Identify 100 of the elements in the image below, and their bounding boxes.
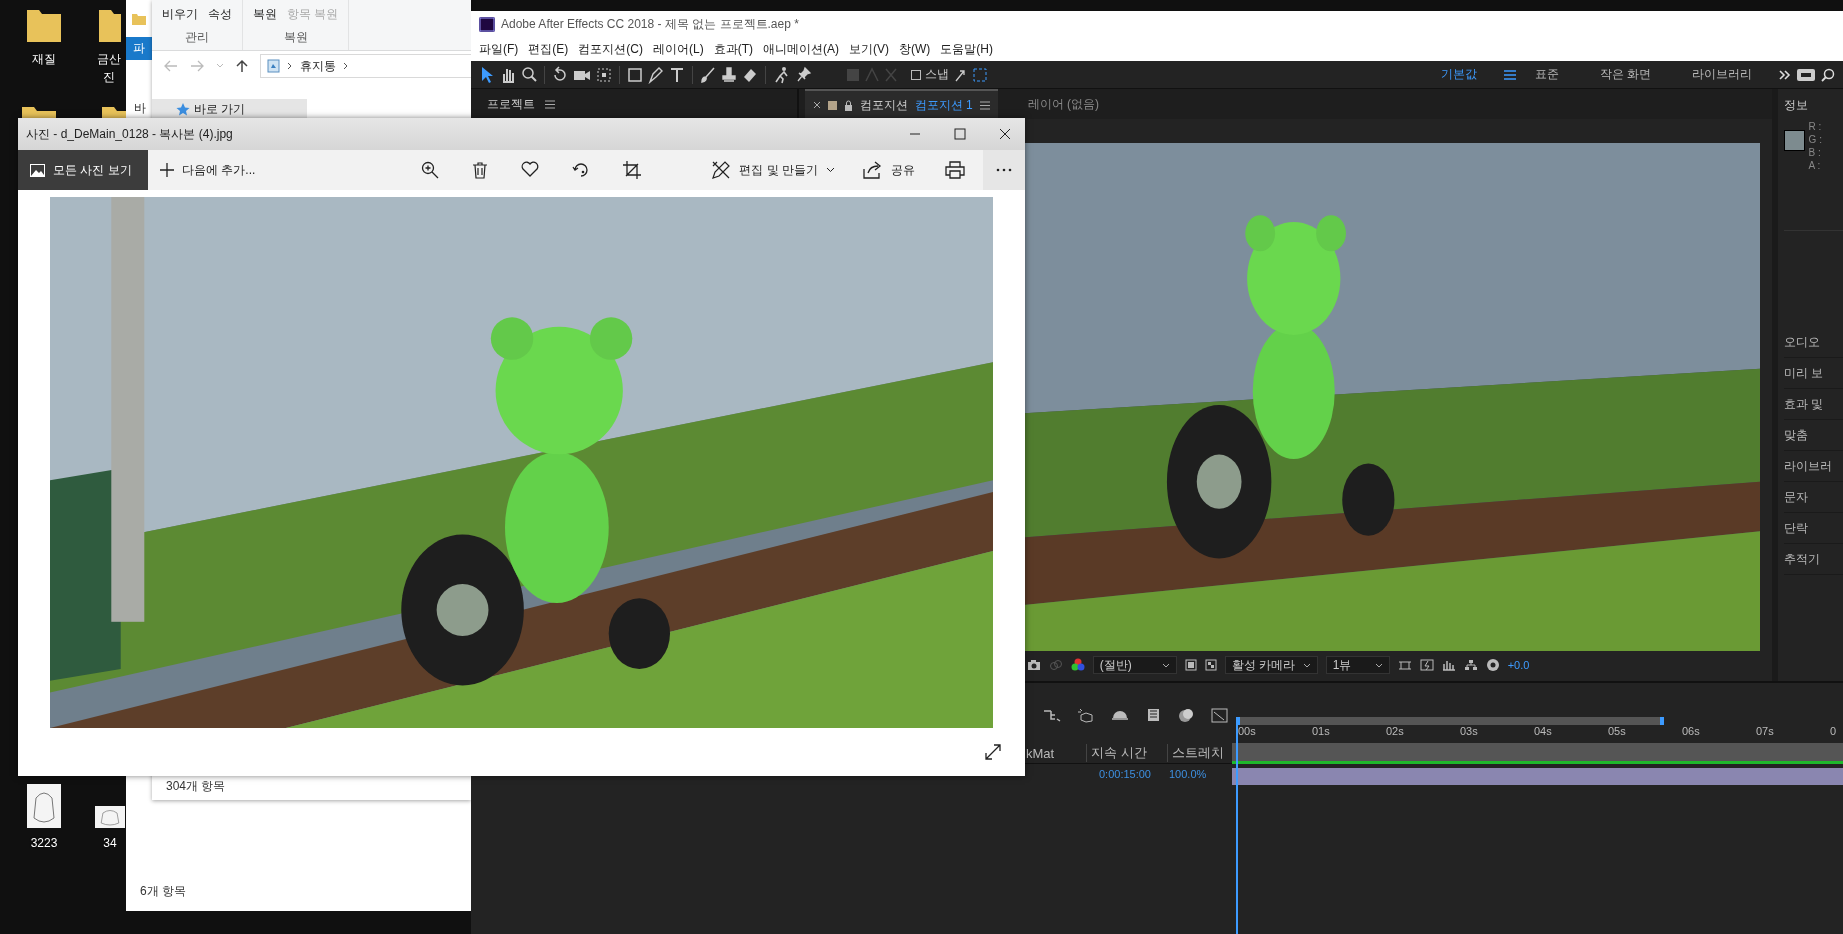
circles-icon[interactable] xyxy=(1177,707,1195,723)
trash-icon[interactable] xyxy=(472,161,489,179)
stamp-icon[interactable] xyxy=(721,65,737,84)
panel-tab[interactable]: 효과 및 xyxy=(1783,389,1843,420)
nav-item[interactable]: 바로 가기 xyxy=(152,99,307,119)
toolbar-button[interactable]: 다음에 추가... xyxy=(148,150,268,190)
menu-icon[interactable] xyxy=(979,100,990,110)
close-icon[interactable] xyxy=(812,101,821,109)
file-tab[interactable]: 파 xyxy=(126,37,152,60)
cube-icon[interactable] xyxy=(1077,707,1095,723)
pin-icon[interactable] xyxy=(796,65,812,84)
close-icon[interactable] xyxy=(999,128,1011,140)
time-label: 01s xyxy=(1312,725,1331,739)
menu-item[interactable]: 도움말(H) xyxy=(940,40,993,58)
menu-icon[interactable] xyxy=(1503,69,1516,80)
search-icon[interactable] xyxy=(521,65,537,84)
snap-checkbox[interactable]: 스냅 xyxy=(911,66,949,83)
lightning-icon[interactable] xyxy=(1419,659,1434,671)
square-icon[interactable] xyxy=(1184,659,1197,671)
address-bar[interactable]: 휴지통 xyxy=(260,54,471,78)
up-arrow-icon[interactable] xyxy=(236,59,248,73)
lock-icon[interactable] xyxy=(843,99,853,111)
resolution-dropdown[interactable]: (절반) xyxy=(1092,656,1177,674)
edit-button[interactable]: 편집 및 만들기 xyxy=(705,159,841,181)
nav-item[interactable]: 바 xyxy=(134,100,146,117)
menu-item[interactable]: 파일(F) xyxy=(479,40,519,58)
rotate-icon[interactable] xyxy=(572,161,591,179)
thumbnail-icon[interactable] xyxy=(27,784,61,828)
workspace-tab[interactable]: 기본값 xyxy=(1440,66,1477,83)
share-button[interactable]: 공유 xyxy=(857,160,921,180)
menu-item[interactable]: 애니메이션(A) xyxy=(763,40,839,58)
toolbar-button[interactable]: 모든 사진 보기 xyxy=(18,150,148,190)
thumbnail-icon[interactable] xyxy=(95,806,125,828)
pen-icon[interactable] xyxy=(648,65,664,84)
rotate-icon[interactable] xyxy=(552,65,568,84)
panel-tab[interactable]: 맞춤 xyxy=(1783,420,1843,451)
path-segment[interactable]: 휴지통 xyxy=(300,57,336,75)
icon-label: 3223 xyxy=(29,835,59,852)
workspace-tab[interactable]: 표준 xyxy=(1534,66,1559,83)
rectangle-icon[interactable] xyxy=(627,65,643,84)
camera-dropdown[interactable]: 활성 카메라 xyxy=(1224,656,1318,674)
panel-tab[interactable]: 단락 xyxy=(1783,513,1843,544)
hierarchy-icon[interactable] xyxy=(1463,659,1478,671)
panel-tab[interactable]: 추적기 xyxy=(1783,544,1843,575)
menu-item[interactable]: 편집(E) xyxy=(528,40,569,58)
panel-title[interactable]: 정보 xyxy=(1783,97,1843,114)
icon-label: 재질 xyxy=(31,51,57,68)
channel-label: R : xyxy=(1808,120,1822,133)
menu-item[interactable]: 레이어(L) xyxy=(653,40,704,58)
panel-title[interactable]: 프로젝트 xyxy=(487,95,535,113)
column-header[interactable]: kMat xyxy=(1026,745,1086,761)
snap-icon[interactable] xyxy=(954,66,988,83)
composition-tab[interactable]: 컴포지션 컴포지션 1 xyxy=(804,89,998,119)
search-icon[interactable] xyxy=(1821,67,1835,82)
frames-icon[interactable] xyxy=(1145,707,1161,723)
time-label: 00s xyxy=(1238,725,1257,739)
duration-value[interactable]: 0:00:15:00 xyxy=(1099,768,1169,780)
camera-icon[interactable] xyxy=(1026,659,1041,671)
menu-icon[interactable] xyxy=(545,99,555,109)
expand-icon[interactable] xyxy=(985,744,1001,760)
ribbon-button[interactable]: 속성 xyxy=(206,6,234,23)
dotted-square-icon[interactable] xyxy=(596,65,612,84)
stretch-value[interactable]: 100.0% xyxy=(1169,768,1207,780)
color-swatch xyxy=(827,100,837,110)
menu-item[interactable]: 보기(V) xyxy=(849,40,889,58)
ribbon-button[interactable]: 비우기 xyxy=(160,6,200,23)
chart-icon[interactable] xyxy=(1441,659,1456,671)
color-channels-icon[interactable] xyxy=(1070,658,1085,672)
chevron-icon xyxy=(287,62,293,70)
menu-item[interactable]: 효과(T) xyxy=(713,40,753,58)
panel-tab[interactable]: 라이브러 xyxy=(1783,451,1843,482)
ribbon-button[interactable]: 복원 xyxy=(251,6,279,23)
maximize-icon[interactable] xyxy=(954,128,966,140)
graph-editor-icon[interactable] xyxy=(1211,707,1229,723)
panel-tab[interactable]: 미리 보 xyxy=(1783,358,1843,389)
text-tool-icon[interactable] xyxy=(669,65,685,84)
recycle-bin-icon xyxy=(267,59,280,73)
printer-icon[interactable] xyxy=(945,161,965,179)
checker-icon[interactable] xyxy=(1204,659,1217,671)
exposure-value[interactable]: +0.0 xyxy=(1507,659,1530,671)
workspace-tab[interactable]: 작은 화면 xyxy=(1599,66,1651,83)
menu-item[interactable]: 창(W) xyxy=(899,40,931,58)
zoom-in-icon[interactable] xyxy=(421,161,440,179)
panel-tab[interactable]: 오디오 xyxy=(1783,327,1843,358)
channel-label: B : xyxy=(1808,146,1822,159)
brush-icon[interactable] xyxy=(700,65,716,84)
shutter-icon[interactable] xyxy=(1485,658,1500,672)
layer-tab[interactable]: 레이어 (없음) xyxy=(1027,95,1099,113)
panel-tab[interactable]: 문자 xyxy=(1783,482,1843,513)
heart-icon[interactable] xyxy=(521,161,540,177)
workspace-tab[interactable]: 라이브러리 xyxy=(1692,66,1752,83)
menu-item[interactable]: 컴포지션(C) xyxy=(578,40,643,58)
figure-icon[interactable] xyxy=(773,65,791,84)
crop-icon[interactable] xyxy=(623,161,642,179)
double-chevron-icon[interactable] xyxy=(1779,69,1791,80)
arrow-icon[interactable] xyxy=(479,65,495,84)
column-header[interactable]: 지속 시간 xyxy=(1086,744,1161,762)
star-icon xyxy=(176,102,190,116)
view-dropdown[interactable]: 1뷰 xyxy=(1325,656,1390,674)
keyboard-icon[interactable] xyxy=(1796,67,1816,82)
